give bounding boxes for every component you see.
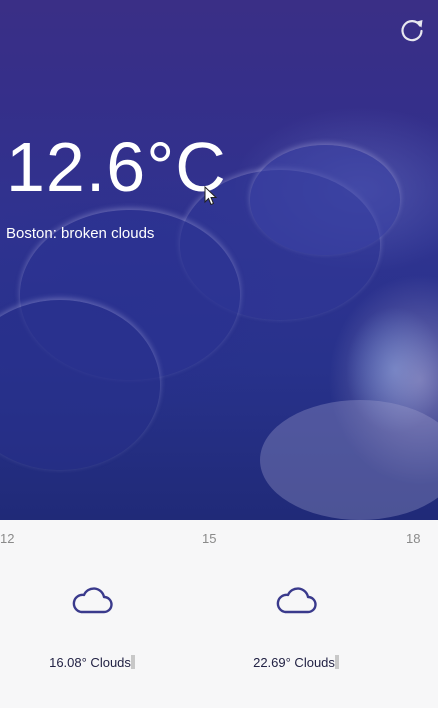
cloud-icon	[72, 587, 113, 614]
weather-hero: 12.6°C Boston: broken clouds	[0, 0, 438, 520]
mouse-cursor-icon	[204, 186, 218, 206]
hour-label: 18	[406, 531, 421, 546]
hourly-forecast: 12 15 18 16.08° Clouds 22.69° Clouds	[0, 520, 438, 708]
refresh-icon[interactable]	[398, 16, 426, 44]
forecast-item[interactable]: 22.69° Clouds	[221, 580, 371, 680]
current-temperature: 12.6°C	[6, 128, 227, 206]
forecast-text: 22.69° Clouds	[221, 655, 371, 670]
background-cloud	[260, 400, 438, 520]
cloud-icon	[276, 587, 317, 614]
forecast-text: 16.08° Clouds	[17, 655, 167, 670]
hour-label: 15	[202, 531, 217, 546]
background-cloud	[250, 145, 400, 255]
forecast-item[interactable]: 16.08° Clouds	[17, 580, 167, 680]
city-condition: Boston: broken clouds	[6, 225, 155, 242]
hour-label: 12	[0, 531, 15, 546]
